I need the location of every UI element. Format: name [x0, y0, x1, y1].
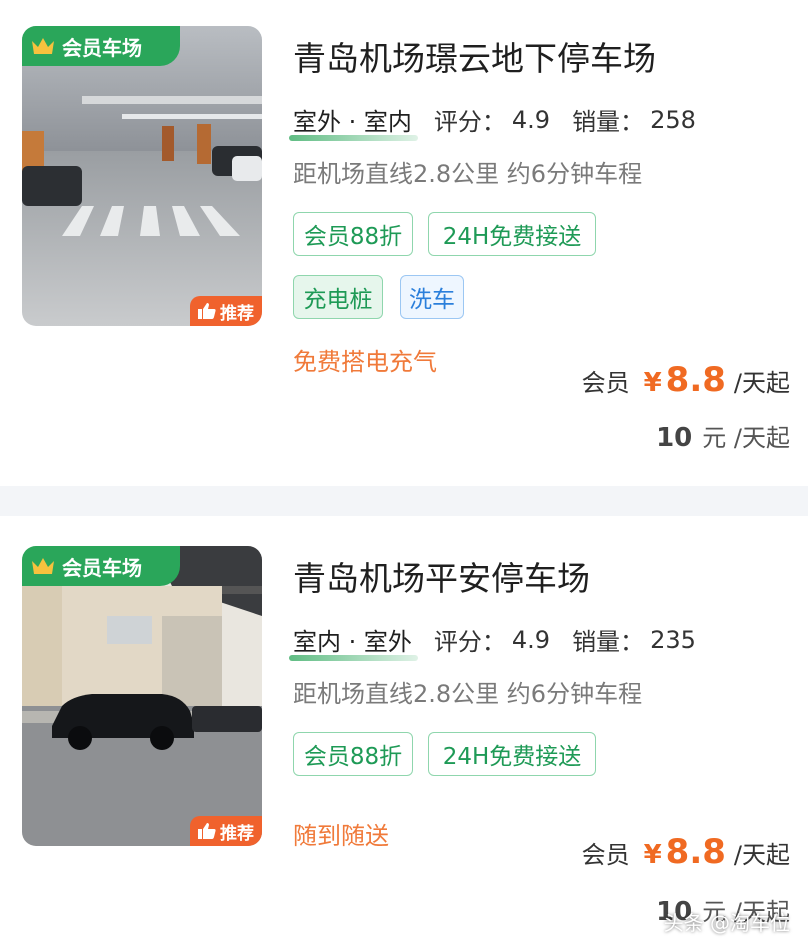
normal-price-unit: 元 /天起 [702, 424, 790, 452]
member-badge-label: 会员车场 [62, 35, 142, 60]
member-parking-badge: 会员车场 [22, 26, 180, 66]
thumbs-up-icon [198, 303, 216, 319]
recommend-badge: 推荐 [190, 296, 262, 326]
parking-listing-card[interactable]: 会员车场 推荐 青岛机场璟云地下停车场 室外 · 室内 评分： 4.9 销量： … [0, 0, 808, 486]
indoor-outdoor-tag: 室外 · 室内 [289, 102, 418, 141]
thumbs-up-icon [198, 823, 216, 839]
rating-label: 评分： [433, 628, 506, 656]
sales-value: 235 [650, 625, 696, 654]
price-unit: /天起 [733, 841, 790, 869]
member-price: 会员 ¥ 8.8 /天起 [582, 360, 790, 400]
toutiao-logo-icon [637, 911, 658, 932]
member-badge-label: 会员车场 [62, 555, 142, 580]
member-parking-badge: 会员车场 [22, 546, 180, 586]
sales-label: 销量： [572, 628, 645, 656]
recommend-label: 推荐 [220, 303, 254, 324]
member-price-label: 会员 [581, 841, 630, 869]
charging-pile-chip: 充电桩 [293, 275, 383, 319]
car-wash-chip: 洗车 [400, 275, 464, 319]
crown-icon [32, 558, 54, 574]
watermark-text: 头条 @淘车位 [663, 911, 790, 935]
free-shuttle-chip: 24H免费接送 [428, 212, 596, 256]
sales-value: 258 [650, 105, 696, 134]
parking-lot-photo[interactable]: 会员车场 推荐 [22, 546, 262, 846]
price-unit: /天起 [733, 369, 790, 397]
covered-parking-image [22, 546, 262, 846]
normal-price-value: 10 [656, 423, 693, 453]
currency-symbol: ¥ [643, 840, 662, 870]
rating-label: 评分： [433, 108, 506, 136]
sales-label: 销量： [572, 108, 645, 136]
free-shuttle-chip: 24H免费接送 [428, 732, 596, 776]
normal-price: 10 元 /天起 [656, 418, 790, 453]
recommend-badge: 推荐 [190, 816, 262, 846]
distance-text: 距机场直线2.8公里 约6分钟车程 [293, 680, 643, 708]
underground-garage-image [22, 26, 262, 326]
parking-lot-title[interactable]: 青岛机场璟云地下停车场 [293, 32, 656, 80]
watermark: 头条 @淘车位 [637, 907, 790, 936]
member-price-value: 8.8 [665, 832, 726, 872]
member-discount-chip: 会员88折 [293, 212, 413, 256]
recommend-label: 推荐 [220, 823, 254, 844]
parking-lot-photo[interactable]: 会员车场 推荐 [22, 26, 262, 326]
distance-text: 距机场直线2.8公里 约6分钟车程 [293, 160, 643, 188]
rating-value: 4.9 [511, 105, 551, 134]
member-price: 会员 ¥ 8.8 /天起 [582, 832, 790, 872]
parking-lot-title[interactable]: 青岛机场平安停车场 [293, 552, 590, 600]
perk-text: 免费搭电充气 [293, 348, 437, 376]
rating-value: 4.9 [511, 625, 551, 654]
member-price-label: 会员 [581, 369, 630, 397]
listing-meta: 室外 · 室内 评分： 4.9 销量： 258 [289, 102, 718, 141]
indoor-outdoor-tag: 室内 · 室外 [289, 622, 418, 661]
listing-meta: 室内 · 室外 评分： 4.9 销量： 235 [289, 622, 718, 661]
crown-icon [32, 38, 54, 54]
currency-symbol: ¥ [643, 368, 662, 398]
member-discount-chip: 会员88折 [293, 732, 413, 776]
perk-text: 随到随送 [293, 822, 389, 850]
member-price-value: 8.8 [665, 360, 726, 400]
